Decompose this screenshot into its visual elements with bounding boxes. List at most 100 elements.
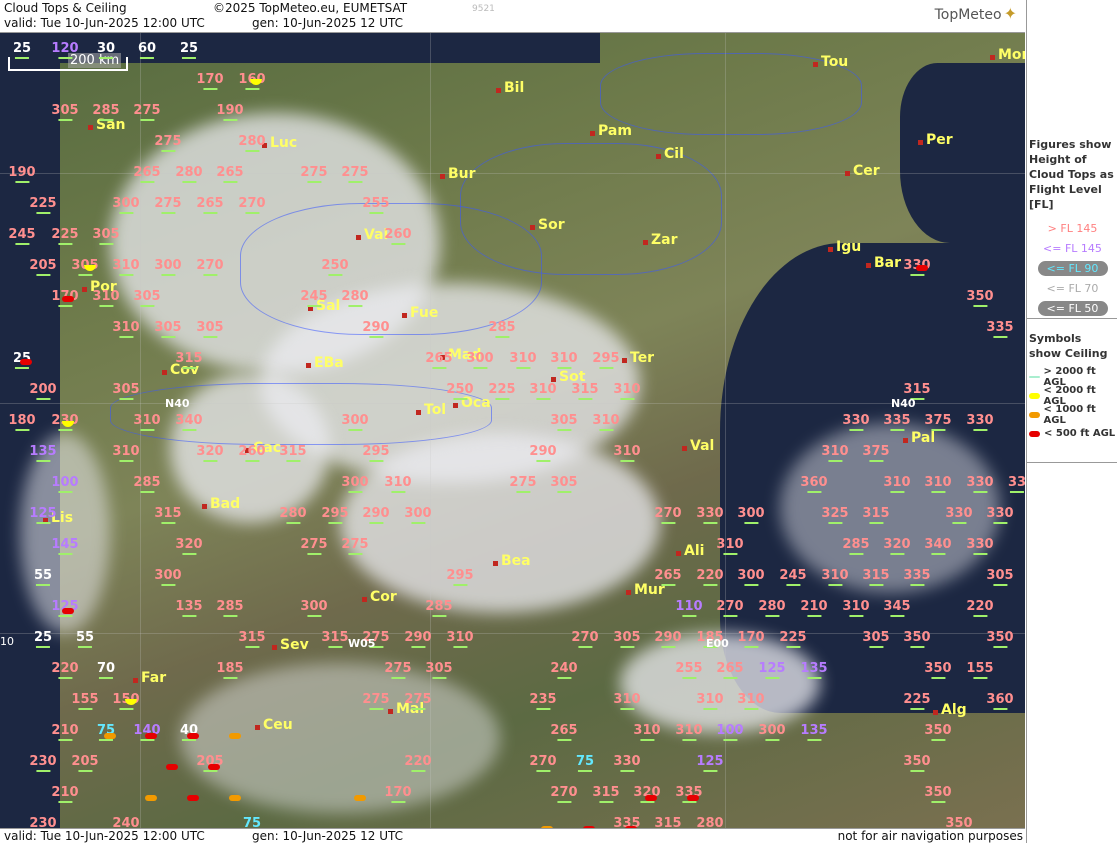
ceiling-legend-label: < 1000 ft AGL — [1044, 404, 1117, 426]
cloud-top-value: 320 — [175, 537, 202, 552]
ceiling-symbol-icon — [58, 801, 72, 803]
cloud-top-value: 265 — [550, 723, 577, 738]
ceiling-legend-heading: Symbols show Ceiling — [1027, 331, 1117, 361]
ceiling-symbol-icon — [516, 367, 530, 369]
cloud-top-value: 315 — [321, 630, 348, 645]
ceiling-symbol-icon — [36, 212, 50, 214]
cloud-top-value: 320 — [883, 537, 910, 552]
cloud-top-value: 315 — [238, 630, 265, 645]
ceiling-symbol-icon — [391, 491, 405, 493]
ceiling-symbol-icon — [453, 398, 467, 400]
ceiling-symbol-icon — [432, 677, 446, 679]
cloud-top-label: 305 — [112, 382, 139, 400]
cloud-top-value: 305 — [425, 661, 452, 676]
ceiling-symbol-icon — [723, 677, 737, 679]
satellite-map[interactable]: 200 km 10 TouMonBilSanPamLucCilPerBurCer… — [0, 33, 1025, 828]
cloud-top-label: 330 — [966, 475, 993, 493]
city-label: Cer — [853, 163, 880, 179]
cloud-top-label: 335 — [903, 568, 930, 586]
cloud-top-value: 300 — [466, 351, 493, 366]
ceiling-symbol-icon — [557, 367, 571, 369]
cloud-top-value: 310 — [716, 537, 743, 552]
ceiling-symbol-icon — [15, 367, 29, 369]
cloud-top-label: 305 — [550, 475, 577, 493]
ceiling-symbol-icon — [910, 584, 924, 586]
cloud-top-label: 300 — [737, 506, 764, 524]
cloud-top-label: 275 — [384, 661, 411, 679]
cloud-top-value: 330 — [945, 506, 972, 521]
ceiling-symbol-icon — [910, 646, 924, 648]
cloud-top-value: 225 — [488, 382, 515, 397]
cloud-top-value: 280 — [279, 506, 306, 521]
city-label: Cor — [370, 589, 397, 605]
ceiling-symbol-icon — [723, 553, 737, 555]
ceiling-symbol-icon — [828, 584, 842, 586]
cloud-top-value: 60 — [138, 41, 156, 56]
ceiling-symbol-icon — [15, 57, 29, 59]
ceiling-symbol-icon — [807, 491, 821, 493]
ceiling-symbol-icon — [58, 739, 72, 741]
ceiling-symbol-icon — [578, 646, 592, 648]
cloud-top-label: 25 — [13, 41, 31, 59]
ceiling-symbol-icon — [203, 212, 217, 214]
cloud-top-value: 305 — [51, 103, 78, 118]
ceiling-symbol-icon — [765, 739, 779, 741]
cloud-top-label: 125 — [758, 661, 785, 679]
cloud-top-label: 310 — [92, 289, 119, 307]
city-name: Val — [690, 438, 714, 454]
ceiling-symbol-icon — [78, 770, 92, 772]
city-dot-icon — [202, 504, 207, 509]
cloud-top-label: 125 — [29, 506, 56, 524]
ceiling-symbol-icon — [182, 553, 196, 555]
cloud-top-label: 375 — [924, 413, 951, 431]
legend-panel: Figures show Height of Cloud Tops as Fli… — [1026, 0, 1117, 843]
cloud-top-label: 205 — [29, 258, 56, 276]
cloud-top-label: 125 — [696, 754, 723, 772]
cloud-top-label: 280 — [341, 289, 368, 307]
cloud-top-value: 125 — [696, 754, 723, 769]
cloud-top-label: 230 — [29, 816, 56, 828]
city-label: Bar — [874, 255, 901, 271]
cloud-top-value: 235 — [529, 692, 556, 707]
city-dot-icon — [493, 561, 498, 566]
ceiling-symbol-icon — [993, 708, 1007, 710]
cloud-top-label: 225 — [51, 227, 78, 245]
city-label: Per — [926, 132, 953, 148]
cloud-top-label: 240 — [112, 816, 139, 828]
city-label: Zar — [651, 232, 678, 248]
cloud-top-value: 55 — [34, 568, 52, 583]
cloud-top-label: 310 — [737, 692, 764, 710]
cloud-top-label: 330 — [966, 413, 993, 431]
cloud-top-value: 25 — [34, 630, 52, 645]
ceiling-symbol-icon — [182, 429, 196, 431]
cloud-top-value: 125 — [758, 661, 785, 676]
cloud-top-label: 315 — [592, 785, 619, 803]
graticule-marker: W05 — [348, 637, 375, 650]
cloud-top-label: 265 — [550, 723, 577, 741]
ceiling-symbol-icon — [869, 522, 883, 524]
cloud-top-value: 220 — [696, 568, 723, 583]
cloud-top-label: 305 — [92, 227, 119, 245]
city-label: Ali — [684, 543, 704, 559]
cloud-top-value: 340 — [175, 413, 202, 428]
cloud-top-value: 300 — [758, 723, 785, 738]
ceiling-symbol-icon — [411, 646, 425, 648]
cloud-top-value: 220 — [966, 599, 993, 614]
brand-logo[interactable]: TopMeteo✦ — [935, 4, 1017, 23]
cloud-mass — [180, 663, 500, 813]
cloud-top-value: 270 — [196, 258, 223, 273]
city-label: Bur — [448, 166, 476, 182]
graticule-marker: E00 — [706, 637, 729, 650]
cloud-top-label: 75 — [243, 816, 261, 828]
ceiling-symbol-icon — [432, 367, 446, 369]
cloud-top-value: 120 — [51, 41, 78, 56]
ceiling-symbol-icon — [849, 429, 863, 431]
ceiling-symbol-icon — [807, 615, 821, 617]
ceiling-symbol-icon — [223, 181, 237, 183]
compass-star-icon: ✦ — [1004, 4, 1017, 23]
cloud-top-label: 310 — [529, 382, 556, 400]
ceiling-symbol-icon — [495, 336, 509, 338]
cloud-top-label: 350 — [945, 816, 972, 828]
cloud-top-label: 310 — [384, 475, 411, 493]
cloud-top-value: 310 — [633, 723, 660, 738]
